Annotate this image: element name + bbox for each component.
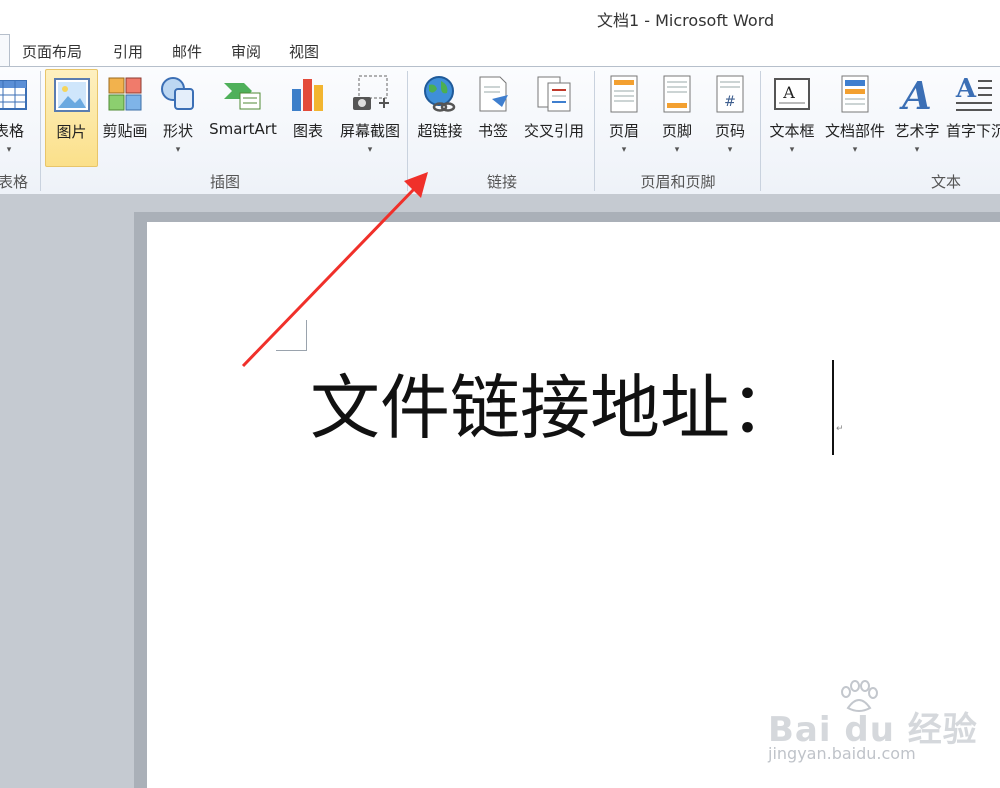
ribbon-tabs: 页面布局 引用 邮件 审阅 视图 (0, 34, 1000, 67)
table-icon (0, 80, 27, 110)
footer-icon (663, 75, 691, 113)
quick-parts-label: 文档部件 (824, 122, 885, 140)
wordart-icon: A (899, 73, 931, 115)
chevron-down-icon: ▾ (852, 145, 858, 155)
picture-label: 图片 (56, 123, 87, 141)
wordart-label: 艺术字 (894, 122, 940, 140)
tab-insert-edge[interactable] (0, 34, 10, 67)
tab-mailings[interactable]: 邮件 (172, 41, 202, 62)
globe-link-icon (424, 76, 456, 112)
chevron-down-icon: ▾ (674, 145, 680, 155)
group-label-links: 链接 (486, 173, 517, 191)
margin-corner-mark (276, 350, 307, 351)
tab-references[interactable]: 引用 (113, 41, 143, 62)
cross-reference-button[interactable]: 交叉引用 (518, 69, 590, 165)
chart-button[interactable]: 图表 (285, 69, 331, 165)
smartart-button[interactable]: SmartArt (205, 69, 281, 165)
shapes-button[interactable]: 形状 ▾ (155, 69, 201, 165)
chevron-down-icon: ▾ (367, 145, 373, 155)
tab-review[interactable]: 审阅 (231, 41, 261, 62)
page-number-label: 页码 (714, 122, 745, 140)
header-button[interactable]: 页眉 ▾ (601, 69, 647, 165)
group-label-text: 文本 (930, 173, 961, 191)
textbox-icon: A (774, 78, 810, 110)
margin-corner-mark (306, 320, 307, 351)
bookmark-icon (479, 76, 508, 112)
textbox-button[interactable]: A 文本框 ▾ (766, 69, 818, 165)
cross-reference-label: 交叉引用 (523, 122, 584, 140)
chevron-down-icon: ▾ (727, 145, 733, 155)
chevron-down-icon: ▾ (914, 145, 920, 155)
table-button[interactable]: 表格 ▾ (0, 69, 32, 165)
document-text[interactable]: 文件链接地址： (310, 368, 800, 448)
hyperlink-label: 超链接 (417, 122, 463, 140)
group-divider (40, 71, 41, 191)
page-number-icon: # (716, 75, 744, 113)
group-label-header-footer: 页眉和页脚 (640, 173, 716, 191)
quick-parts-button[interactable]: 文档部件 ▾ (822, 69, 888, 165)
svg-text:A: A (899, 73, 931, 115)
textbox-label: 文本框 (769, 122, 815, 140)
screenshot-icon (353, 75, 389, 110)
group-divider (594, 71, 595, 191)
clipart-button[interactable]: 剪贴画 (100, 69, 150, 165)
chevron-down-icon: ▾ (621, 145, 627, 155)
bookmark-button[interactable]: 书签 (472, 69, 514, 165)
footer-label: 页脚 (661, 122, 692, 140)
hyperlink-button[interactable]: 超链接 (412, 69, 468, 165)
wordart-button[interactable]: A 艺术字 ▾ (891, 69, 943, 165)
chevron-down-icon: ▾ (6, 145, 12, 155)
chart-icon (292, 79, 323, 111)
group-divider (760, 71, 761, 191)
header-label: 页眉 (608, 122, 639, 140)
ribbon: 表格 ▾ 表格 图片 剪贴画 形状 ▾ SmartArt 图表 屏幕截图 ▾ 插… (0, 66, 1000, 195)
svg-text:A: A (782, 83, 795, 102)
drop-cap-label: 首字下沉 (946, 122, 1000, 140)
shapes-label: 形状 (162, 122, 193, 140)
group-label-illustrations: 插图 (209, 173, 240, 191)
clipart-icon (108, 77, 142, 111)
window-title: 文档1 - Microsoft Word (597, 11, 775, 30)
drop-cap-icon: A (955, 74, 992, 111)
screenshot-button[interactable]: 屏幕截图 ▾ (335, 69, 405, 165)
paragraph-mark: ↵ (836, 424, 844, 434)
footer-button[interactable]: 页脚 ▾ (654, 69, 700, 165)
tab-page-layout[interactable]: 页面布局 (22, 41, 82, 62)
chevron-down-icon: ▾ (789, 145, 795, 155)
cross-reference-icon (537, 76, 571, 112)
smartart-label: SmartArt (209, 120, 277, 138)
tab-view[interactable]: 视图 (289, 41, 319, 62)
baidu-watermark: Bai du 经验 jingyan.baidu.com (768, 680, 988, 780)
quick-parts-icon (841, 75, 869, 113)
drop-cap-button[interactable]: A 首字下沉 (946, 69, 1000, 165)
group-label-table: 表格 (0, 173, 28, 191)
clipart-label: 剪贴画 (102, 122, 148, 140)
table-label: 表格 (0, 122, 24, 140)
watermark-url: jingyan.baidu.com (768, 744, 916, 763)
bookmark-label: 书签 (477, 122, 508, 140)
svg-text:A: A (955, 74, 977, 104)
chevron-down-icon: ▾ (175, 145, 181, 155)
text-cursor (832, 360, 834, 455)
page-number-button[interactable]: # 页码 ▾ (707, 69, 753, 165)
shapes-icon (161, 77, 194, 110)
chart-label: 图表 (292, 122, 323, 140)
group-divider (407, 71, 408, 191)
picture-icon (53, 78, 90, 112)
title-bar: 文档1 - Microsoft Word (0, 0, 1000, 34)
svg-text:#: # (724, 94, 736, 110)
picture-button[interactable]: 图片 (45, 69, 98, 167)
smartart-icon (224, 83, 261, 110)
screenshot-label: 屏幕截图 (339, 122, 400, 140)
header-icon (610, 75, 638, 113)
